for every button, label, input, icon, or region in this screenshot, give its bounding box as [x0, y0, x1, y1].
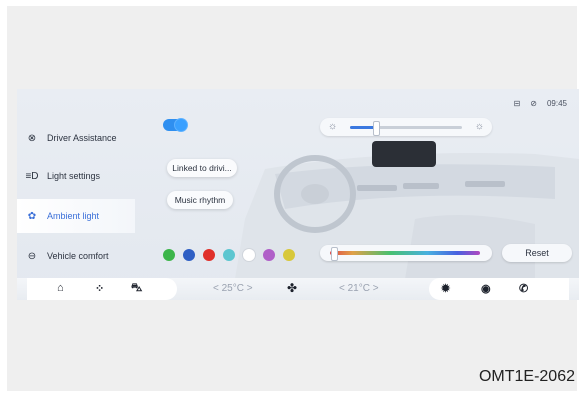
ambient-light-icon: ✿: [27, 210, 37, 222]
color-swatch[interactable]: [203, 249, 215, 261]
linked-to-driving-button[interactable]: Linked to drivi...: [167, 159, 237, 177]
music-icon[interactable]: ◉: [481, 282, 491, 295]
sim-icon: ⊟: [513, 99, 521, 108]
clock: 09:45: [546, 99, 567, 108]
sidebar-item-label: Ambient light: [47, 211, 100, 221]
color-swatches: [163, 249, 295, 261]
seat-icon: ⊖: [27, 250, 37, 262]
color-gradient-track: [330, 251, 480, 255]
status-bar: ⊟ ⊘ 09:45: [514, 99, 567, 108]
sidebar-item-vehicle-comfort[interactable]: ⊖ Vehicle comfort: [17, 239, 135, 273]
brightness-low-icon: ☼: [328, 121, 338, 132]
brightness-handle[interactable]: [372, 121, 380, 136]
driver-temperature[interactable]: < 25°C >: [213, 283, 253, 294]
sidebar-item-label: Driver Assistance: [47, 133, 117, 143]
bottom-bar-right: ✹ ◉ ✆: [429, 278, 569, 300]
sidebar-item-light-settings[interactable]: ≡D Light settings: [17, 159, 135, 193]
infotainment-screen: ⊟ ⊘ 09:45 ⊗ Driver Assistance ≡D Light s…: [17, 89, 579, 300]
brightness-fill: [350, 126, 375, 129]
sidebar-item-label: Vehicle comfort: [47, 251, 109, 261]
color-slider-handle[interactable]: [331, 247, 338, 261]
color-swatch[interactable]: [223, 249, 235, 261]
sidebar-item-label: Light settings: [47, 171, 101, 181]
toggle-knob: [175, 119, 187, 131]
color-swatch[interactable]: [283, 249, 295, 261]
color-slider[interactable]: [320, 245, 492, 261]
sidebar-item-driver-assistance[interactable]: ⊗ Driver Assistance: [17, 121, 135, 155]
headlight-icon: ≡D: [25, 170, 39, 182]
brightness-track: [350, 121, 462, 136]
phone-icon[interactable]: ✆: [519, 282, 528, 295]
settings-icon[interactable]: ✹: [441, 282, 450, 295]
reset-button[interactable]: Reset: [502, 244, 572, 262]
brightness-high-icon: ☼: [474, 121, 484, 132]
mute-icon: ⊘: [530, 99, 537, 108]
steering-icon: ⊗: [27, 132, 37, 144]
brightness-slider[interactable]: ☼ ☼: [320, 118, 492, 136]
bottom-bar-left: ⌂ ⁘ ⛍: [27, 278, 177, 300]
home-icon[interactable]: ⌂: [57, 282, 64, 294]
car-icon[interactable]: ⛍: [131, 282, 142, 296]
passenger-temperature[interactable]: < 21°C >: [339, 283, 379, 294]
fan-icon[interactable]: ✤: [287, 281, 297, 295]
apps-icon[interactable]: ⁘: [95, 282, 104, 295]
color-swatch[interactable]: [183, 249, 195, 261]
sidebar-item-ambient-light[interactable]: ✿ Ambient light: [17, 199, 135, 233]
color-swatch[interactable]: [163, 249, 175, 261]
color-swatch[interactable]: [263, 249, 275, 261]
bottom-bar: ⌂ ⁘ ⛍ < 25°C > ✤ < 21°C > ✹ ◉ ✆: [17, 278, 579, 300]
figure-caption: OMT1E-2062: [478, 368, 575, 385]
color-swatch[interactable]: [243, 249, 255, 261]
music-rhythm-button[interactable]: Music rhythm: [167, 191, 233, 209]
ambient-light-toggle[interactable]: [163, 119, 187, 131]
